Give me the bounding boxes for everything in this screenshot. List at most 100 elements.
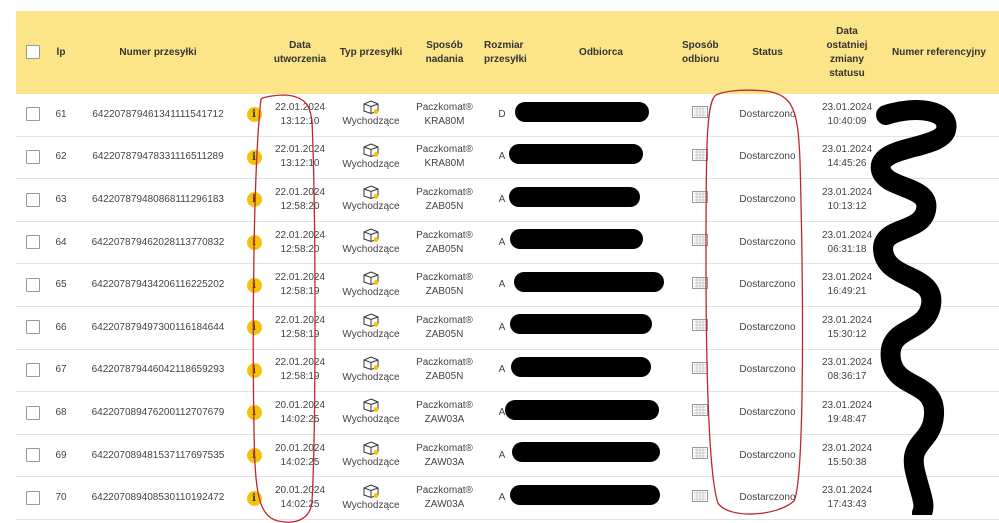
table-row[interactable]: 63 642207879480868111296183 i 22.01.2024 12:…	[16, 178, 999, 222]
row-info-cell: i	[243, 391, 265, 435]
parcel-locker-icon	[692, 148, 708, 164]
row-number[interactable]: 642207879480868111296183	[73, 178, 243, 222]
row-checkbox[interactable]	[25, 235, 40, 250]
row-pickup	[680, 306, 720, 350]
row-reference	[879, 476, 999, 520]
table-row[interactable]: 61 642207879461341111541712 i 22.01.2024 13:…	[16, 94, 999, 137]
method-code: KRA80M	[424, 115, 465, 127]
row-checkbox[interactable]	[25, 107, 40, 122]
row-lp: 65	[49, 263, 73, 307]
header-type[interactable]: Typ przesyłki	[335, 11, 407, 94]
header-status[interactable]: Status	[720, 11, 815, 94]
row-reference	[879, 263, 999, 307]
info-icon[interactable]: i	[246, 192, 262, 208]
row-checkbox[interactable]	[25, 277, 40, 292]
method-code: ZAW03A	[424, 456, 465, 468]
row-checkbox[interactable]	[25, 490, 40, 505]
table-row[interactable]: 67 642207879446042118659293 i 22.01.2024 12:…	[16, 349, 999, 393]
info-icon[interactable]: i	[246, 235, 262, 251]
row-method: Paczkomat® ZAB05N	[407, 178, 482, 222]
row-number[interactable]: 642207879497300116184644	[73, 306, 243, 350]
row-number[interactable]: 642207089481537117697535	[73, 434, 243, 478]
created-date: 22.01.2024	[274, 101, 326, 113]
row-reference	[879, 349, 999, 393]
table-row[interactable]: 64 642207879462028113770832 i 22.01.2024 12:…	[16, 221, 999, 265]
table-row[interactable]: 66 642207879497300116184644 i 22.01.2024 12:…	[16, 306, 999, 350]
row-number[interactable]: 642207089476200112707679	[73, 391, 243, 435]
method-name: Paczkomat®	[416, 272, 473, 284]
changed-time: 19:48:47	[827, 413, 867, 425]
row-number[interactable]: 642207879434206116225202	[73, 263, 243, 307]
row-number[interactable]: 642207089408530110192472	[73, 476, 243, 520]
row-last-change: 23.01.2024 08:36:17	[815, 349, 879, 393]
select-all-checkbox[interactable]	[25, 45, 40, 60]
package-icon	[335, 271, 407, 285]
header-last-change[interactable]: Data ostatniej zmiany statusu	[815, 11, 879, 94]
method-name: Paczkomat®	[416, 101, 473, 113]
recipient-redaction-blob	[514, 272, 664, 292]
row-type: Wychodzące	[335, 136, 407, 180]
type-label: Wychodzące	[342, 371, 400, 383]
header-number[interactable]: Numer przesyłki	[73, 11, 243, 94]
row-created: 20.01.2024 14:02:25	[265, 476, 335, 520]
row-status: Dostarczono	[720, 306, 815, 350]
created-date: 20.01.2024	[274, 442, 326, 454]
row-checkbox[interactable]	[25, 448, 40, 463]
parcel-locker-icon	[692, 489, 708, 505]
row-reference	[879, 391, 999, 435]
row-reference	[879, 136, 999, 180]
changed-date: 23.01.2024	[821, 314, 873, 326]
recipient-redaction-blob	[511, 357, 651, 377]
header-send-method[interactable]: Sposób nadania	[407, 11, 482, 94]
info-icon[interactable]: i	[246, 405, 262, 421]
table-row[interactable]: 69 642207089481537117697535 i 20.01.2024 14:…	[16, 434, 999, 478]
row-select-cell	[16, 391, 49, 435]
row-status: Dostarczono	[720, 349, 815, 393]
row-checkbox[interactable]	[25, 192, 40, 207]
changed-date: 23.01.2024	[821, 485, 873, 497]
changed-time: 10:13:12	[827, 200, 867, 212]
header-size[interactable]: Rozmiar przesyłki	[482, 11, 527, 94]
info-icon[interactable]: i	[246, 362, 262, 378]
info-icon[interactable]: i	[246, 107, 262, 123]
row-info-cell: i	[243, 434, 265, 478]
info-icon[interactable]: i	[246, 149, 262, 165]
created-date: 22.01.2024	[274, 229, 326, 241]
row-number[interactable]: 642207879461341111541712	[73, 94, 243, 137]
header-lp[interactable]: lp	[49, 11, 73, 94]
row-pickup	[680, 94, 720, 137]
header-reference[interactable]: Numer referencyjny	[879, 11, 999, 94]
row-checkbox[interactable]	[25, 150, 40, 165]
recipient-redaction-blob	[515, 102, 649, 122]
row-checkbox[interactable]	[25, 405, 40, 420]
row-select-cell	[16, 476, 49, 520]
row-number[interactable]: 642207879462028113770832	[73, 221, 243, 265]
created-time: 12:58:19	[280, 328, 320, 340]
table-row[interactable]: 65 642207879434206116225202 i 22.01.2024 12:…	[16, 263, 999, 307]
header-recipient[interactable]: Odbiorca	[522, 11, 680, 94]
row-reference	[879, 306, 999, 350]
row-type: Wychodzące	[335, 221, 407, 265]
method-code: ZAB05N	[425, 286, 464, 298]
row-info-cell: i	[243, 94, 265, 137]
info-icon[interactable]: i	[246, 490, 262, 506]
info-icon[interactable]: i	[246, 448, 262, 464]
info-icon[interactable]: i	[246, 320, 262, 336]
header-pickup[interactable]: Sposób odbioru	[680, 11, 720, 94]
type-label: Wychodzące	[342, 414, 400, 426]
row-lp: 66	[49, 306, 73, 350]
row-method: Paczkomat® ZAB05N	[407, 349, 482, 393]
changed-date: 23.01.2024	[821, 442, 873, 454]
row-checkbox[interactable]	[25, 363, 40, 378]
row-checkbox[interactable]	[25, 320, 40, 335]
table-row[interactable]: 70 642207089408530110192472 i 20.01.2024 14:…	[16, 476, 999, 520]
table-row[interactable]: 62 642207879478331116511289 i 22.01.2024 13:…	[16, 136, 999, 180]
type-label: Wychodzące	[342, 244, 400, 256]
row-number[interactable]: 642207879446042118659293	[73, 349, 243, 393]
header-created[interactable]: Data utworzenia	[265, 11, 335, 94]
row-number[interactable]: 642207879478331116511289	[73, 136, 243, 180]
row-select-cell	[16, 306, 49, 350]
row-method: Paczkomat® ZAW03A	[407, 391, 482, 435]
info-icon[interactable]: i	[246, 277, 262, 293]
changed-time: 15:50:38	[827, 456, 867, 468]
